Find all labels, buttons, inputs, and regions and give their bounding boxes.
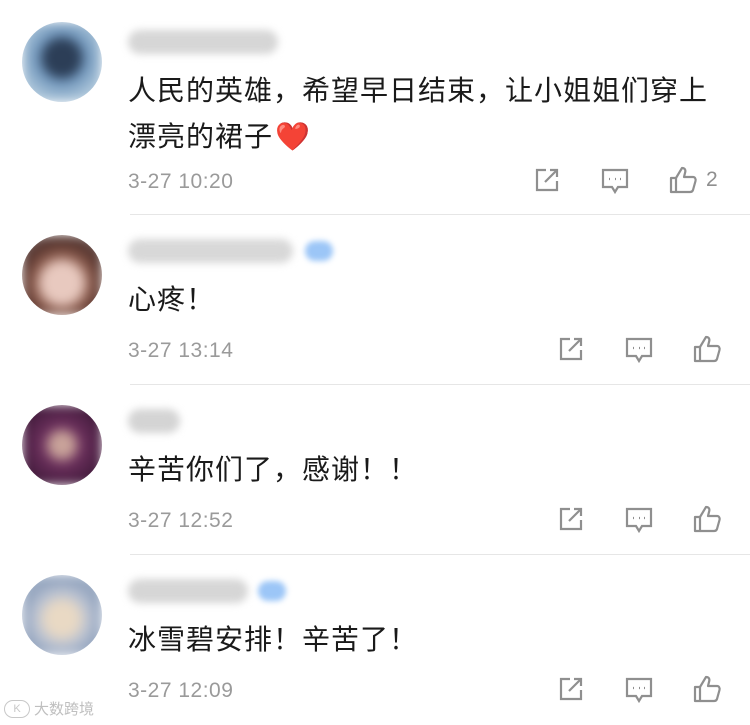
thumbs-up-icon [693,335,721,363]
comment-text: 辛苦你们了，感谢！！ [128,453,419,486]
share-icon [559,507,583,531]
thumbs-up-icon [693,505,721,533]
thumbs-up-icon [669,166,697,194]
verified-badge [258,581,286,601]
comment-icon [625,677,653,704]
thumbs-up-icon [693,675,721,703]
share-icon [535,168,559,192]
share-button[interactable] [557,505,585,533]
comment-time: 3-27 10:20 [128,170,234,193]
share-icon [559,337,583,361]
like-button[interactable] [692,674,722,704]
username-blurred[interactable] [128,579,248,603]
avatar[interactable] [22,235,102,315]
share-button[interactable] [533,166,561,194]
share-button[interactable] [557,675,585,703]
username-blurred[interactable] [128,409,180,433]
avatar[interactable] [22,22,102,102]
username-blurred[interactable] [128,239,293,263]
watermark-text: 大数跨境 [34,701,95,718]
comment-text: 人民的英雄，希望早日结束，让小姐姐们穿上漂亮的裙子❤️ [128,68,710,160]
comment-time: 3-27 12:09 [128,679,234,702]
comment-icon [625,507,653,534]
like-button[interactable] [692,504,722,534]
comment-item: 辛苦你们了，感谢！！ 3-27 12:52 [0,385,750,555]
comment-text: 冰雪碧安排！辛苦了！ [128,623,419,656]
comment-time: 3-27 12:52 [128,509,234,532]
reply-button[interactable] [624,506,654,534]
share-icon [559,677,583,701]
like-count: 2 [706,168,718,191]
reply-button[interactable] [624,676,654,704]
avatar[interactable] [22,405,102,485]
watermark-logo-icon: K [4,699,30,718]
verified-badge [305,241,333,261]
username-blurred[interactable] [128,30,278,54]
like-button[interactable]: 2 [668,165,718,195]
like-button[interactable] [692,334,722,364]
share-button[interactable] [557,335,585,363]
comment-item: 冰雪碧安排！辛苦了！ 3-27 12:09 [0,555,750,725]
watermark: K 大数跨境 [4,698,94,719]
comment-icon [625,337,653,364]
reply-button[interactable] [600,167,630,195]
reply-button[interactable] [624,336,654,364]
comment-icon [601,168,629,195]
comment-item: 人民的英雄，希望早日结束，让小姐姐们穿上漂亮的裙子❤️ 3-27 10:20 2 [0,0,750,215]
avatar[interactable] [22,575,102,655]
comment-time: 3-27 13:14 [128,339,234,362]
comment-text: 心疼！ [128,283,216,316]
heart-emoji: ❤️ [275,120,311,153]
comment-item: 心疼！ 3-27 13:14 [0,215,750,385]
